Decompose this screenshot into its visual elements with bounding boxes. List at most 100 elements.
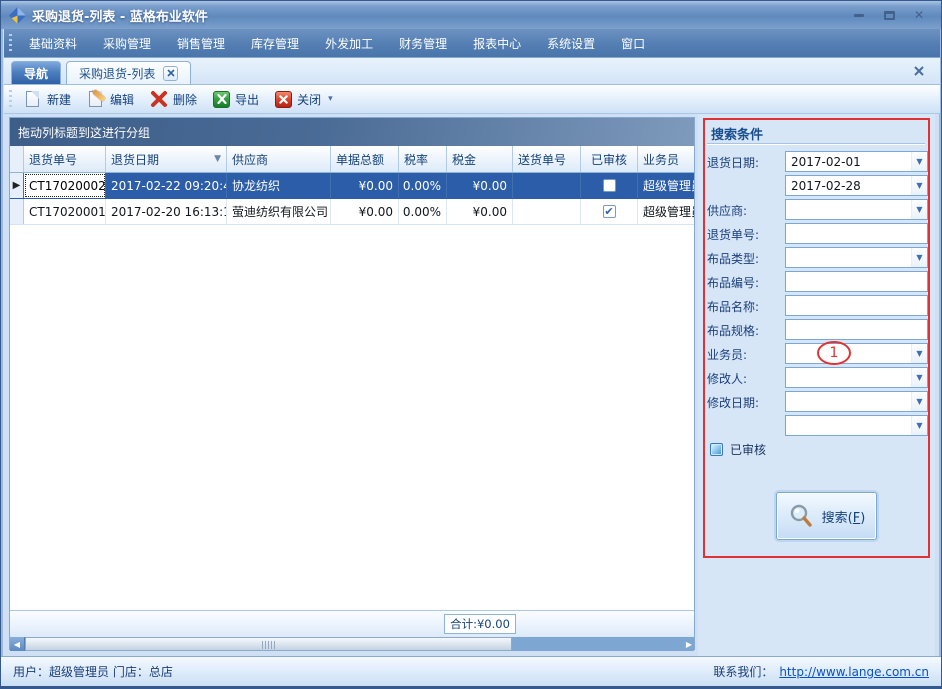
search-button-label: 搜索(F) (821, 510, 866, 526)
table-row[interactable]: CT17020001 2017-02-20 16:13:12 萤迪纺织有限公司 … (10, 199, 694, 225)
scroll-right-arrow-icon[interactable]: ▶ (686, 637, 692, 651)
menu-purchase[interactable]: 采购管理 (90, 30, 164, 57)
menu-sales[interactable]: 销售管理 (164, 30, 238, 57)
cell-date[interactable]: 2017-02-22 09:20:47 (106, 173, 227, 198)
application-window: 采购退货-列表 - 蓝格布业软件 ✕ 基础资料 采购管理 销售管理 库存管理 外… (0, 0, 942, 689)
column-header-order-no[interactable]: 退货单号 (24, 146, 106, 172)
chevron-down-icon[interactable]: ▼ (911, 200, 927, 219)
app-logo-icon (9, 6, 26, 24)
cell-total[interactable]: ¥0.00 (331, 173, 399, 198)
website-link[interactable]: http://www.lange.com.cn (779, 665, 929, 679)
close-red-icon (275, 90, 293, 108)
close-tab-button[interactable]: 关闭 ▾ (267, 88, 341, 111)
field-label: 修改人: (707, 372, 748, 386)
salesman-combo[interactable]: ▼ (785, 343, 928, 364)
tab-navigation[interactable]: 导航 (11, 61, 62, 84)
checkbox-unchecked-icon[interactable] (602, 179, 616, 192)
scroll-left-arrow-icon[interactable]: ◀ (10, 637, 25, 651)
field-return-date-from: 退货日期: 2017-02-01 ▼ (707, 151, 929, 172)
modifier-combo[interactable]: ▼ (785, 367, 928, 388)
horizontal-scrollbar[interactable]: ◀ ▶ (10, 637, 694, 651)
minimize-icon (854, 13, 864, 17)
button-label: 关闭 (297, 92, 322, 107)
menu-outsourcing[interactable]: 外发加工 (312, 30, 386, 57)
cell-date[interactable]: 2017-02-20 16:13:12 (106, 199, 227, 224)
fabric-no-input[interactable] (785, 271, 928, 292)
column-header-tax[interactable]: 税金 (447, 146, 513, 172)
status-bar: 用户：超级管理员 门店：总店 联系我们： http://www.lange.co… (1, 656, 941, 686)
return-date-to-combo[interactable]: 2017-02-28 ▼ (785, 175, 928, 196)
cell-supplier[interactable]: 萤迪纺织有限公司 (227, 199, 331, 224)
scrollbar-thumb[interactable] (25, 637, 512, 651)
tab-close-button[interactable] (163, 65, 179, 81)
fabric-spec-input[interactable] (785, 319, 928, 340)
column-header-supplier[interactable]: 供应商 (227, 146, 331, 172)
cell-order-no[interactable]: CT17020001 (24, 199, 106, 224)
approved-checkbox-icon[interactable] (710, 443, 723, 456)
new-button[interactable]: 新建 (16, 87, 79, 111)
search-icon (790, 504, 812, 527)
checkbox-checked-icon[interactable]: ✔ (602, 205, 616, 218)
tabstrip-close-button[interactable] (912, 64, 926, 78)
supplier-combo[interactable]: ▼ (785, 199, 928, 220)
column-header-total[interactable]: 单据总额 (331, 146, 399, 172)
toolbar: 新建 编辑 删除 导出 关闭 ▾ (4, 85, 940, 114)
excel-export-icon (213, 90, 231, 108)
cell-tax[interactable]: ¥0.00 (447, 173, 513, 198)
cell-salesman[interactable]: 超级管理员 (638, 173, 694, 198)
menu-basic-data[interactable]: 基础资料 (16, 30, 90, 57)
cell-approved[interactable]: ✔ (581, 199, 638, 224)
column-header-delivery-no[interactable]: 送货单号 (513, 146, 581, 172)
cell-delivery-no[interactable] (513, 173, 581, 198)
chevron-down-icon[interactable]: ▼ (911, 248, 927, 267)
button-label: 删除 (173, 92, 198, 107)
modify-date-to-combo[interactable]: ▼ (785, 415, 928, 436)
tab-purchase-return-list[interactable]: 采购退货-列表 (66, 61, 192, 84)
menu-reports[interactable]: 报表中心 (460, 30, 534, 57)
chevron-down-icon[interactable]: ▼ (911, 392, 927, 411)
maximize-button[interactable] (881, 8, 897, 22)
field-return-date-to: 2017-02-28 ▼ (707, 175, 929, 196)
chevron-down-icon[interactable]: ▼ (911, 176, 927, 195)
search-conditions-panel: 搜索条件 退货日期: 2017-02-01 ▼ 2017-02-28 ▼ 供应商… (698, 114, 935, 656)
approved-filter[interactable]: 已审核 (710, 441, 766, 458)
menu-settings[interactable]: 系统设置 (534, 30, 608, 57)
menu-finance[interactable]: 财务管理 (386, 30, 460, 57)
cell-tax-rate[interactable]: 0.00% (399, 173, 447, 198)
table-row[interactable]: ▶ CT17020002 2017-02-22 09:20:47 协龙纺织 ¥0… (10, 173, 694, 199)
cell-supplier[interactable]: 协龙纺织 (227, 173, 331, 198)
return-order-no-input[interactable] (785, 223, 928, 244)
cell-order-no[interactable]: CT17020002 (24, 173, 106, 198)
cell-delivery-no[interactable] (513, 199, 581, 224)
chevron-down-icon[interactable]: ▾ (328, 94, 333, 104)
fabric-name-input[interactable] (785, 295, 928, 316)
chevron-down-icon[interactable]: ▼ (911, 152, 927, 171)
fabric-type-combo[interactable]: ▼ (785, 247, 928, 268)
column-header-date[interactable]: 退货日期 ▼ (106, 146, 227, 172)
user-store-status: 用户：超级管理员 门店：总店 (13, 665, 173, 679)
delete-button[interactable]: 删除 (142, 87, 205, 111)
modify-date-from-combo[interactable]: ▼ (785, 391, 928, 412)
sort-desc-icon: ▼ (214, 154, 221, 164)
cell-salesman[interactable]: 超级管理员 (638, 199, 694, 224)
return-date-from-combo[interactable]: 2017-02-01 ▼ (785, 151, 928, 172)
chevron-down-icon[interactable]: ▼ (911, 416, 927, 435)
chevron-down-icon[interactable]: ▼ (911, 368, 927, 387)
column-header-salesman[interactable]: 业务员 (638, 146, 694, 172)
cell-tax[interactable]: ¥0.00 (447, 199, 513, 224)
close-button[interactable]: ✕ (911, 8, 927, 22)
field-fabric-name: 布品名称: (707, 295, 929, 316)
search-button[interactable]: 搜索(F) (776, 492, 877, 540)
menu-window[interactable]: 窗口 (608, 30, 658, 57)
menu-inventory[interactable]: 库存管理 (238, 30, 312, 57)
edit-button[interactable]: 编辑 (79, 87, 142, 111)
cell-approved[interactable] (581, 173, 638, 198)
minimize-button[interactable] (851, 8, 867, 22)
chevron-down-icon[interactable]: ▼ (911, 344, 927, 363)
export-button[interactable]: 导出 (205, 88, 267, 111)
column-header-approved[interactable]: 已审核 (581, 146, 638, 172)
grid-group-panel[interactable]: 拖动列标题到这进行分组 (10, 118, 694, 146)
column-header-tax-rate[interactable]: 税率 (399, 146, 447, 172)
cell-tax-rate[interactable]: 0.00% (399, 199, 447, 224)
cell-total[interactable]: ¥0.00 (331, 199, 399, 224)
